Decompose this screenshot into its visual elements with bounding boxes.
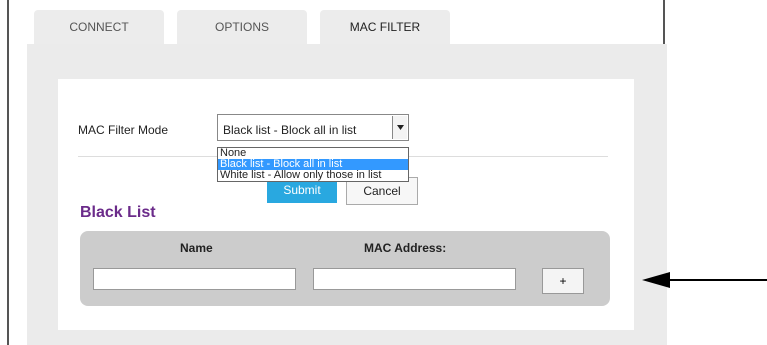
add-entry-button[interactable]: +	[542, 268, 584, 294]
column-header-name: Name	[180, 241, 213, 255]
tab-mac-filter-label: MAC FILTER	[349, 20, 421, 34]
mac-filter-mode-select[interactable]: Black list - Block all in list	[217, 114, 409, 141]
tab-mac-filter[interactable]: MAC FILTER	[320, 10, 450, 44]
chevron-down-icon[interactable]	[392, 116, 407, 139]
tab-connect-label: CONNECT	[69, 20, 129, 34]
dropdown-option-white-list[interactable]: White list - Allow only those in list	[218, 170, 408, 181]
mac-filter-card: MAC Filter Mode Black list - Block all i…	[58, 79, 634, 330]
list-title: Black List	[80, 204, 156, 221]
router-settings-frame: CONNECT OPTIONS MAC FILTER MAC Filter Mo…	[7, 0, 667, 345]
name-input[interactable]	[93, 268, 296, 290]
tab-options[interactable]: OPTIONS	[177, 10, 307, 44]
mac-filter-mode-dropdown: None Black list - Block all in list Whit…	[217, 147, 409, 182]
arrow-left-icon	[642, 272, 767, 288]
black-list-table: Name MAC Address: +	[80, 231, 610, 306]
tab-connect[interactable]: CONNECT	[34, 10, 164, 44]
mac-filter-panel: MAC Filter Mode Black list - Block all i…	[27, 44, 667, 345]
mac-filter-mode-value: Black list - Block all in list	[223, 123, 357, 137]
mac-address-input[interactable]	[313, 268, 516, 290]
tab-options-label: OPTIONS	[214, 20, 269, 34]
mac-filter-mode-label: MAC Filter Mode	[78, 123, 169, 137]
column-header-mac-address: MAC Address:	[364, 241, 447, 255]
